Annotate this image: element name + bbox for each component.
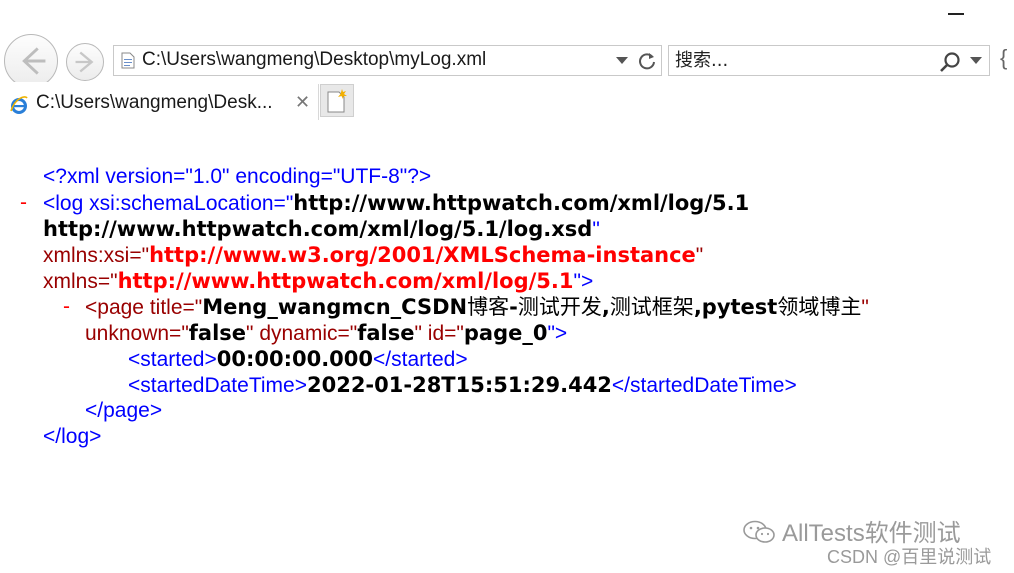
watermark-csdn: CSDN @百里说测试: [827, 547, 992, 567]
favorites-edge-icon[interactable]: {: [1000, 45, 1007, 71]
log-open-tag-line3: xmlns:xsi="http://www.w3.org/2001/XMLSch…: [43, 242, 703, 269]
started-open-tag: <started>: [128, 348, 217, 371]
page-title-cjk2: 测试开发: [517, 295, 602, 319]
log-open-tag-line2: http://www.httpwatch.com/xml/log/5.1/log…: [43, 216, 600, 243]
started-datetime-value: 2022-01-28T15:51:29.442: [306, 373, 612, 397]
xmlns-value: http://www.httpwatch.com/xml/log/5.1: [117, 269, 574, 293]
page-icon: [121, 52, 135, 69]
xml-view: <?xml version="1.0" encoding="UTF-8"?> -…: [0, 120, 1014, 573]
started-element: <started>00:00:00.000</started>: [128, 346, 468, 373]
log-open-tag-line4: xmlns="http://www.httpwatch.com/xml/log/…: [43, 268, 593, 295]
address-url[interactable]: C:\Users\wangmeng\Desktop\myLog.xml: [142, 49, 486, 71]
page-title-cjk4: 领域博主: [777, 295, 862, 319]
quote: ": [861, 296, 869, 319]
new-tab-button[interactable]: [320, 84, 354, 117]
page-title-latin: Meng_wangmcn_CSDN: [202, 295, 468, 319]
started-close-tag: </started>: [373, 348, 468, 371]
page-title-comma: ,: [601, 295, 610, 319]
started-datetime-element: <startedDateTime>2022-01-28T15:51:29.442…: [128, 372, 797, 399]
quote: ": [592, 218, 600, 241]
refresh-icon[interactable]: [637, 51, 657, 71]
dynamic-attr: " dynamic=": [246, 322, 358, 345]
log-collapse-toggle[interactable]: -: [20, 190, 27, 216]
page-open-tag-line2: unknown="false" dynamic="false" id="page…: [85, 320, 567, 347]
xml-declaration: <?xml version="1.0" encoding="UTF-8"?>: [43, 164, 431, 190]
address-bar[interactable]: C:\Users\wangmeng\Desktop\myLog.xml: [113, 45, 662, 76]
id-attr: " id=": [414, 322, 464, 345]
log-close-tag: </log>: [43, 424, 101, 450]
page-tag-name: <page title=": [85, 296, 203, 319]
tab-current[interactable]: C:\Users\wangmeng\Desk... ✕: [0, 84, 319, 120]
back-arrow-icon: [22, 47, 46, 75]
tab-strip: C:\Users\wangmeng\Desk... ✕: [0, 82, 1014, 120]
unknown-value: false: [188, 321, 247, 345]
new-tab-icon: [327, 89, 347, 113]
page-close-text: </page>: [85, 399, 163, 422]
dynamic-value: false: [357, 321, 415, 345]
schema-location-value-1: http://www.httpwatch.com/xml/log/5.1: [293, 191, 750, 215]
forward-arrow-icon: [75, 51, 94, 73]
tab-close-icon[interactable]: ✕: [295, 92, 310, 113]
close-quote-gt: ">: [547, 322, 568, 345]
page-title-comma: ,: [693, 295, 702, 319]
unknown-attr: unknown=": [85, 322, 189, 345]
xmlns-attr: xmlns=": [43, 270, 118, 293]
close-quote-gt: ">: [573, 270, 594, 293]
tab-title: C:\Users\wangmeng\Desk...: [36, 92, 273, 113]
started-datetime-close-tag: </startedDateTime>: [611, 374, 797, 397]
xml-decl-text: <?xml version="1.0" encoding="UTF-8"?>: [43, 165, 432, 188]
page-open-tag-line1: <page title="Meng_wangmcn_CSDN博客-测试开发,测试…: [85, 294, 869, 321]
page-title-cjk1: 博客: [467, 295, 510, 319]
forward-button[interactable]: [66, 43, 104, 81]
wechat-icon: [743, 520, 775, 543]
search-input[interactable]: [675, 47, 925, 74]
schema-location-value-2: http://www.httpwatch.com/xml/log/5.1/log…: [43, 217, 593, 241]
page-title-dash: -: [509, 295, 518, 319]
id-value: page_0: [463, 321, 548, 345]
page-collapse-toggle[interactable]: -: [63, 294, 70, 320]
started-datetime-open-tag: <startedDateTime>: [128, 374, 307, 397]
page-close-tag: </page>: [85, 398, 162, 424]
back-button[interactable]: [4, 34, 58, 88]
minimize-button[interactable]: [946, 2, 966, 22]
log-close-text: </log>: [43, 425, 102, 448]
quote: ": [695, 244, 704, 267]
search-box[interactable]: [668, 45, 990, 76]
search-icon[interactable]: [939, 51, 961, 73]
started-value: 00:00:00.000: [216, 347, 374, 371]
page-title-pytest: pytest: [701, 295, 778, 319]
log-tag-name: <log xsi:schemaLocation=": [43, 192, 294, 215]
log-open-tag-line1: <log xsi:schemaLocation="http://www.http…: [43, 190, 749, 217]
xmlns-xsi-attr: xmlns:xsi=": [43, 244, 150, 267]
ie-icon: [10, 96, 28, 114]
search-dropdown-icon[interactable]: [970, 57, 982, 64]
address-dropdown-icon[interactable]: [616, 57, 628, 64]
xmlns-xsi-value: http://www.w3.org/2001/XMLSchema-instanc…: [149, 243, 696, 267]
page-title-cjk3: 测试框架: [609, 295, 694, 319]
